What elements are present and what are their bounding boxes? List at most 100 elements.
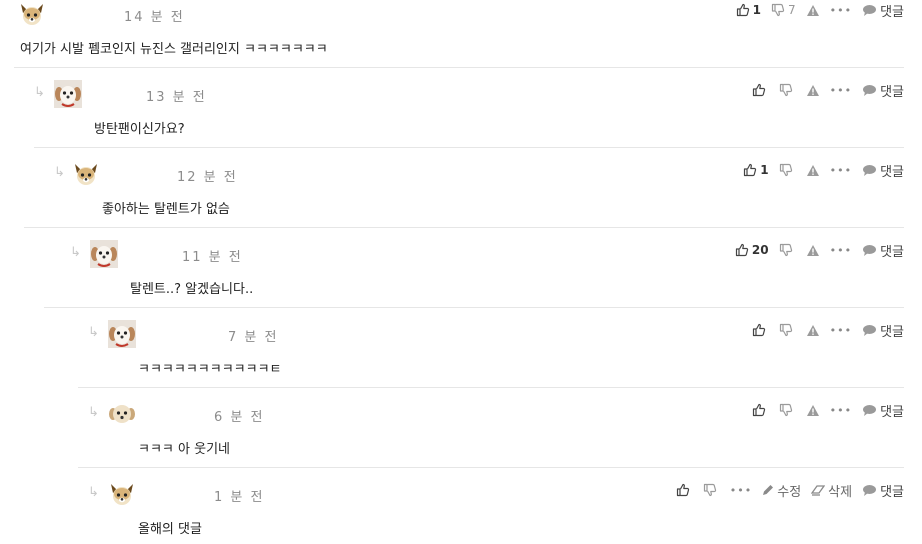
reply-arrow-icon: ↳ [34,85,45,100]
delete-label: 삭제 [828,484,853,500]
reply-button[interactable]: 댓글 [862,401,904,420]
timestamp: 1 분 전 [214,490,265,505]
reply-button[interactable]: 댓글 [862,321,904,340]
warning-icon [806,4,819,16]
like-button[interactable] [752,83,769,97]
like-count: 1 [752,3,761,17]
reply-button[interactable]: 댓글 [862,481,904,500]
dislike-button[interactable] [779,243,796,257]
avatar[interactable] [54,80,82,108]
reply-button[interactable]: 댓글 [862,81,904,100]
more-icon: ••• [829,83,853,97]
comment-actions: ••• 수정 삭제 댓글 [676,480,904,500]
report-button[interactable] [806,404,820,417]
comment-actions: ••• 댓글 [752,320,904,340]
avatar[interactable] [108,480,136,508]
more-icon: ••• [829,403,853,417]
thumbs-up-icon [744,163,757,177]
dislike-button[interactable] [779,403,796,417]
thumbs-up-icon [735,243,749,257]
comment-header: ↳ 6 분 전 ••• 댓글 [78,400,904,428]
reply-button[interactable]: 댓글 [862,241,904,260]
like-button[interactable] [752,403,769,417]
dislike-button[interactable] [779,163,796,177]
dislike-button[interactable] [703,483,720,497]
like-count: 1 [760,163,769,177]
report-button[interactable] [806,164,820,177]
reply-label: 댓글 [880,484,904,500]
thumbs-up-icon [752,403,765,417]
comment-header: ↳ 11 분 전 20 ••• 댓글 [44,240,904,268]
dislike-count: 7 [787,3,796,17]
report-button[interactable] [806,84,820,97]
timestamp: 13 분 전 [146,90,207,105]
report-button[interactable] [806,324,820,337]
more-button[interactable]: ••• [830,404,852,417]
reply-arrow-icon: ↳ [88,485,99,500]
warning-icon [806,324,819,336]
more-icon: ••• [829,323,853,337]
comment-body: ㅋㅋㅋㅋㅋㅋㅋㅋㅋㅋㅋㅌ [138,362,282,377]
eraser-icon [811,485,826,496]
like-button[interactable]: 1 [743,163,769,177]
speech-bubble-icon [863,84,877,96]
avatar[interactable] [72,160,100,188]
thumbs-up-icon [752,83,765,97]
dislike-button[interactable] [779,323,796,337]
timestamp: 7 분 전 [228,330,279,345]
report-button[interactable] [806,244,820,257]
comment-actions: 1 7 ••• 댓글 [736,0,904,20]
like-button[interactable] [676,483,693,497]
thumbs-down-icon [779,323,792,337]
comment-body: 탈렌트..? 알겠습니다.. [130,282,254,297]
dislike-button[interactable]: 7 [771,3,796,17]
like-button[interactable]: 1 [736,3,761,17]
reply-button[interactable]: 댓글 [862,1,904,20]
dislike-button[interactable] [779,83,796,97]
reply-label: 댓글 [880,404,904,420]
reply-button[interactable]: 댓글 [862,161,904,180]
like-button[interactable] [752,323,769,337]
comment-body: 올해의 댓글 [138,522,202,537]
thumbs-down-icon [779,163,792,177]
timestamp: 11 분 전 [182,250,243,265]
more-icon: ••• [829,163,853,177]
comment-actions: 20 ••• 댓글 [735,240,904,260]
avatar[interactable] [108,400,136,428]
pencil-icon [763,485,774,495]
comment-actions: 1 ••• 댓글 [743,160,904,180]
speech-bubble-icon [863,484,877,496]
reply-label: 댓글 [880,244,904,260]
avatar[interactable] [108,320,136,348]
thumbs-down-icon [779,83,792,97]
edit-button[interactable]: 수정 [762,481,801,500]
thumbs-down-icon [779,243,792,257]
delete-button[interactable]: 삭제 [811,481,852,500]
more-button[interactable]: ••• [830,84,852,97]
more-button[interactable]: ••• [830,244,852,257]
more-button[interactable]: ••• [830,164,852,177]
avatar[interactable] [90,240,118,268]
report-button[interactable] [806,4,820,17]
more-icon: ••• [829,243,853,257]
speech-bubble-icon [863,244,877,256]
comment: ↳ 13 분 전 ••• 댓글 방탄팬이신가요? [34,80,904,148]
dog-tan-icon [111,484,133,505]
avatar[interactable] [18,0,46,28]
more-button[interactable]: ••• [830,4,852,17]
comment-header: ↳ 12 분 전 1 ••• 댓글 [24,160,904,188]
dog-white-icon [108,320,136,348]
comment: 14 분 전 1 7 ••• 댓글 여기가 시발 펨코인지 뉴진스 갤러리인지 … [14,0,904,68]
more-button[interactable]: ••• [730,484,752,497]
like-button[interactable]: 20 [735,243,769,257]
edit-label: 수정 [777,484,802,500]
more-icon: ••• [729,483,753,497]
more-button[interactable]: ••• [830,324,852,337]
reply-label: 댓글 [880,4,904,20]
thumbs-down-icon [703,483,716,497]
comment-body: ㅋㅋㅋ 아 웃기네 [138,442,230,457]
dog-tan-icon [75,164,97,185]
comment-thread: 14 분 전 1 7 ••• 댓글 여기가 시발 펨코인지 뉴진스 갤러리인지 … [0,0,922,544]
warning-icon [806,244,819,256]
reply-label: 댓글 [880,324,904,340]
